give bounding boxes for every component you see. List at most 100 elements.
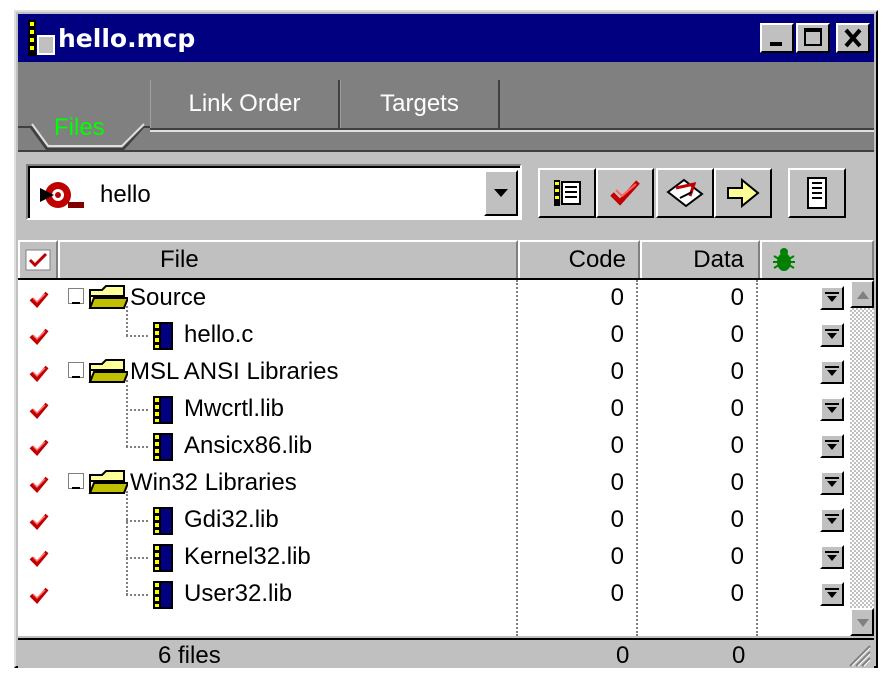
maximize-button[interactable] [796,23,830,53]
file-icon-wrap [152,543,174,580]
row-name: hello.c [184,321,254,348]
file-row[interactable]: hello.c 0 0 [18,317,850,354]
file-icon [153,581,173,609]
folder-icon [88,359,130,383]
include-check[interactable] [28,547,50,575]
checkmark-icon [29,328,49,345]
checkmark-icon [29,439,49,456]
row-menu-button[interactable] [820,582,844,606]
chevron-down-icon [825,403,839,413]
dropdown-arrow-button[interactable] [484,170,518,216]
row-code: 0 [610,506,624,533]
row-menu-button[interactable] [820,397,844,421]
make-button[interactable] [656,168,714,218]
make-icon [666,178,704,208]
close-button[interactable] [836,23,870,53]
close-icon [844,28,862,48]
checkmark-icon [25,249,51,271]
include-check[interactable] [28,510,50,538]
tab-band-edge [18,150,874,152]
group-row[interactable]: Win32 Libraries 0 0 [18,465,850,502]
vertical-scrollbar[interactable] [850,280,874,636]
header-file[interactable]: File [58,240,518,278]
include-check[interactable] [28,362,50,390]
tab-targets[interactable]: Targets [340,80,500,128]
include-check[interactable] [28,473,50,501]
row-code: 0 [610,358,624,385]
header-data[interactable]: Data [640,240,760,278]
folder-icon [88,285,130,309]
file-icon [153,322,173,350]
tab-files[interactable]: Files [54,114,105,142]
run-button[interactable] [714,168,772,218]
include-check[interactable] [28,288,50,316]
include-check[interactable] [28,399,50,427]
row-code: 0 [610,580,624,607]
minus-icon [72,487,80,489]
target-icon [40,182,84,208]
header-code-label: Code [568,246,626,273]
bug-icon [773,248,795,271]
row-code: 0 [610,284,624,311]
row-menu-button[interactable] [820,508,844,532]
chevron-down-icon [857,619,869,627]
list-header: File Code Data [18,240,874,280]
header-check-column[interactable] [18,240,58,278]
title-bar[interactable]: hello.mcp [18,14,874,62]
checkmark-icon [610,180,640,206]
row-name: Mwcrtl.lib [184,395,284,422]
row-code: 0 [610,395,624,422]
folder-icon-wrap [88,284,130,319]
folder-icon-wrap [88,469,130,504]
row-code: 0 [610,543,624,570]
file-icon [153,507,173,535]
row-data: 0 [730,469,744,496]
file-row[interactable]: User32.lib 0 0 [18,576,850,613]
group-row[interactable]: Source 0 0 [18,280,850,317]
file-icon-wrap [152,432,174,469]
row-menu-button[interactable] [820,286,844,310]
checkmark-icon [29,402,49,419]
include-check[interactable] [28,325,50,353]
target-settings-button[interactable] [538,168,596,218]
resize-grip-icon[interactable] [846,642,872,668]
tab-divider-highlight [150,130,874,132]
collapse-toggle[interactable] [68,362,84,378]
project-inspector-button[interactable] [788,168,846,218]
file-row[interactable]: Gdi32.lib 0 0 [18,502,850,539]
folder-icon-wrap [88,358,130,393]
collapse-toggle[interactable] [68,473,84,489]
minimize-button[interactable] [760,23,794,53]
header-file-label: File [160,246,199,273]
scroll-down-button[interactable] [850,608,874,636]
tab-link-order[interactable]: Link Order [150,80,340,128]
row-data: 0 [730,543,744,570]
include-check[interactable] [28,584,50,612]
row-code: 0 [610,321,624,348]
file-row[interactable]: Kernel32.lib 0 0 [18,539,850,576]
include-check[interactable] [28,436,50,464]
row-menu-button[interactable] [820,545,844,569]
header-debug[interactable] [760,240,874,278]
target-dropdown[interactable]: hello [26,164,522,220]
header-code[interactable]: Code [518,240,640,278]
collapse-toggle[interactable] [68,288,84,304]
synchronize-button[interactable] [596,168,654,218]
file-icon-wrap [152,321,174,358]
row-menu-button[interactable] [820,360,844,384]
file-icon-wrap [152,395,174,432]
checkmark-icon [29,476,49,493]
scroll-up-button[interactable] [850,280,874,308]
row-name: Kernel32.lib [184,543,311,570]
row-menu-button[interactable] [820,434,844,458]
file-list[interactable]: Source 0 0 hello.c 0 0 MSL ANSI Libraries 0 0 Mwc… [18,280,850,636]
row-menu-button[interactable] [820,323,844,347]
row-menu-button[interactable] [820,471,844,495]
header-data-label: Data [693,246,744,273]
minus-icon [72,376,80,378]
group-row[interactable]: MSL ANSI Libraries 0 0 [18,354,850,391]
file-row[interactable]: Ansicx86.lib 0 0 [18,428,850,465]
file-row[interactable]: Mwcrtl.lib 0 0 [18,391,850,428]
row-data: 0 [730,506,744,533]
document-icon [807,177,827,209]
